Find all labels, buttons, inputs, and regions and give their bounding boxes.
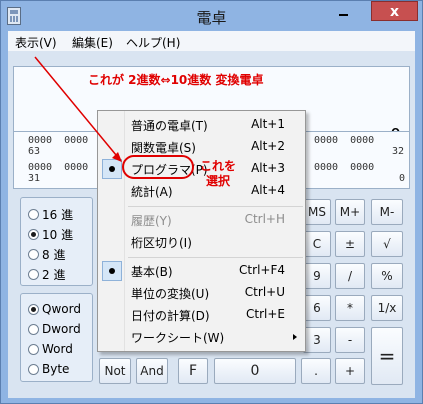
plus-minus-button[interactable]: ± [335,231,365,257]
nine-button[interactable]: 9 [303,263,331,289]
window-title: 電卓 [196,9,227,27]
three-button[interactable]: 3 [303,327,331,353]
clear-button[interactable]: C [303,231,331,257]
calculator-window: 電卓 x 表示(V) 編集(E) ヘルプ(H) 0 0000 0000 63 0… [0,0,423,404]
radio-byte[interactable]: Byte [28,362,69,376]
bits-row2-pos: 31 [28,173,41,184]
radio-qword[interactable]: Qword [28,302,81,316]
hex-f-button[interactable]: F [178,358,208,384]
radio-bullet-icon [102,261,122,281]
bits-row2-left: 0000 0000 [28,162,89,173]
bits-row2-right: 0000 0000 [314,162,375,173]
radio-bin[interactable]: 2 進 [28,266,65,283]
radio-dec-dot [28,229,39,240]
percent-button[interactable]: % [371,263,403,289]
menu-separator [128,206,303,207]
radio-dword[interactable]: Dword [28,322,81,336]
minus-button[interactable]: - [335,327,365,353]
not-button[interactable]: Not [99,358,131,384]
close-button[interactable]: x [371,1,418,21]
menu-item-history: 履歴(Y) Ctrl+H [131,212,285,228]
bits-row1-left: 0000 0000 [28,135,89,146]
view-menu-dropdown: 普通の電卓(T) Alt+1 関数電卓(S) Alt+2 プログラマ(P) Al… [97,110,306,352]
ms-button[interactable]: MS [303,199,331,225]
and-button[interactable]: And [136,358,168,384]
menu-item-standard[interactable]: 普通の電卓(T) Alt+1 [98,114,305,136]
menu-separator [128,257,303,258]
bits-row2-right-pos: 0 [399,173,406,184]
plus-button[interactable]: + [335,358,365,384]
menu-item-worksheets[interactable]: ワークシート(W) [98,326,305,348]
zero-button[interactable]: 0 [214,358,296,384]
radio-word-dot [28,343,39,355]
base-group: 16 進 10 進 8 進 2 進 [20,197,93,286]
bits-row1-pos: 63 [28,146,41,157]
menu-item-unit-conversion[interactable]: 単位の変換(U) Ctrl+U [98,282,305,304]
m-plus-button[interactable]: M+ [335,199,365,225]
radio-qword-dot [28,303,39,315]
radio-byte-dot [28,363,39,375]
radio-bin-dot [28,269,39,280]
title-bar[interactable]: 電卓 x [1,1,422,31]
divide-button[interactable]: / [335,263,365,289]
reciprocal-button[interactable]: 1/x [371,295,403,321]
menu-item-statistics[interactable]: 統計(A) Alt+4 [98,180,305,202]
menu-bar: 表示(V) 編集(E) ヘルプ(H) [8,31,415,51]
annotation-select-line2: 選択 [206,174,231,188]
bits-row1-right-pos: 32 [392,146,405,157]
six-button[interactable]: 6 [303,295,331,321]
annotation-headline: これが 2進数⇔10進数 変換電卓 [88,73,264,87]
radio-word[interactable]: Word [28,342,73,356]
menu-item-basic[interactable]: 基本(B) Ctrl+F4 [98,260,305,282]
menu-help[interactable]: ヘルプ(H) [126,34,180,51]
equals-button[interactable]: = [371,327,403,385]
menu-edit[interactable]: 編集(E) [72,34,113,51]
radio-oct-dot [28,249,39,260]
menu-item-date-calculation[interactable]: 日付の計算(D) Ctrl+E [98,304,305,326]
submenu-arrow-icon [293,334,297,340]
decimal-point-button[interactable]: . [301,358,331,384]
sqrt-button[interactable]: √ [371,231,403,257]
radio-hex-dot [28,209,39,220]
menu-item-digit-grouping[interactable]: 桁区切り(I) [98,231,305,253]
radio-hex[interactable]: 16 進 [28,206,73,223]
word-size-group: Qword Dword Word Byte [20,293,93,382]
radio-oct[interactable]: 8 進 [28,246,65,263]
menu-view[interactable]: 表示(V) [15,34,57,51]
radio-bullet-icon [102,159,122,179]
minimize-button[interactable] [331,1,357,21]
annotation-highlight-oval [122,155,194,179]
bits-row1-right: 0000 0000 [314,135,375,146]
radio-dword-dot [28,323,39,335]
multiply-button[interactable]: * [335,295,365,321]
radio-dec[interactable]: 10 進 [28,226,73,243]
m-minus-button[interactable]: M- [371,199,403,225]
